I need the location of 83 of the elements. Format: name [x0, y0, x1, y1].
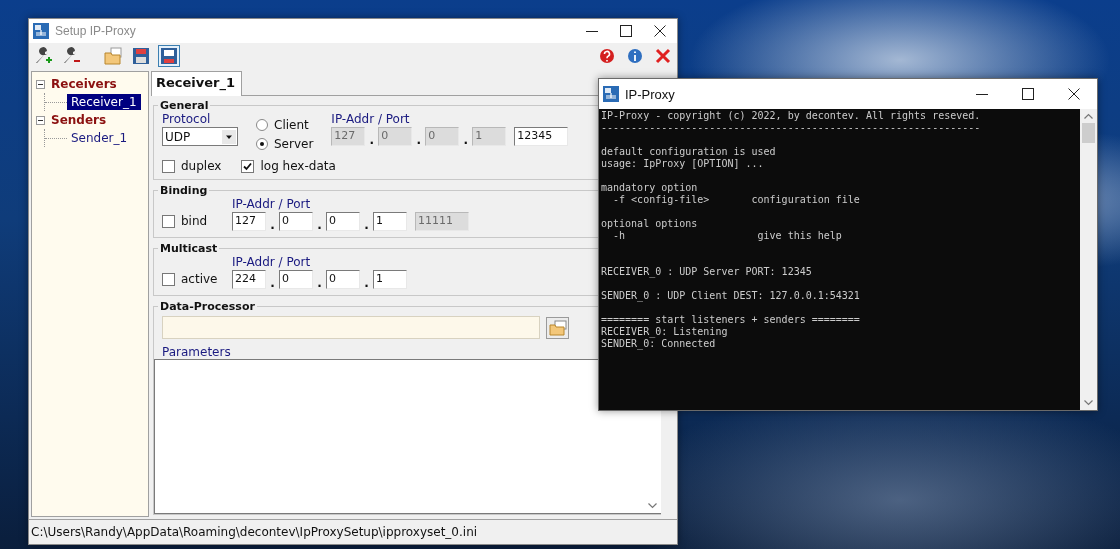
- checkbox[interactable]: [241, 159, 255, 173]
- checkbox[interactable]: [162, 272, 175, 286]
- help-icon[interactable]: [597, 46, 617, 66]
- group-title: Data-Processor: [159, 300, 256, 313]
- checkbox[interactable]: [162, 214, 175, 228]
- ip-field[interactable]: 0: [326, 270, 360, 289]
- radio-button[interactable]: [256, 138, 268, 150]
- field-label: IP-Addr / Port: [331, 112, 411, 126]
- separator-text: .: [269, 219, 276, 231]
- separator-text: .: [363, 219, 370, 231]
- ip-field[interactable]: 0: [326, 212, 360, 231]
- console-line: ======== start listeners + senders ========: [601, 314, 861, 326]
- browse-button[interactable]: [546, 316, 569, 339]
- checkbox-label: log hex-data: [260, 159, 336, 173]
- scroll-up-icon[interactable]: [1084, 113, 1093, 119]
- processor-path-field[interactable]: [162, 316, 540, 339]
- scroll-down-icon[interactable]: [1084, 400, 1093, 406]
- separator-text: .: [316, 219, 323, 231]
- checkbox-label: duplex: [181, 159, 222, 173]
- console-line: -f <config-file> configuration file: [612, 194, 861, 206]
- tab[interactable]: Receiver_1: [151, 71, 243, 96]
- ip-field[interactable]: 127: [232, 212, 266, 231]
- field-label: IP-Addr / Port: [232, 197, 312, 211]
- separator-text: .: [363, 277, 370, 289]
- console-line: ---------------------------------------------------------------: [601, 122, 982, 134]
- checkbox[interactable]: [162, 159, 175, 173]
- app-icon: [603, 86, 619, 102]
- folder-icon: [548, 319, 567, 336]
- separator-text: .: [462, 134, 470, 146]
- separator-text: .: [269, 277, 276, 289]
- field-label: IP-Addr / Port: [232, 255, 312, 269]
- console-line: IP-Proxy - copyright (c) 2022, by decontev. All rights reseved.: [601, 110, 982, 122]
- ip-field[interactable]: 0: [279, 212, 313, 231]
- collapse-icon[interactable]: [36, 79, 45, 89]
- scroll-down-icon[interactable]: [648, 503, 657, 509]
- field-label: Parameters: [162, 345, 232, 359]
- console-line: default configuration is used: [601, 146, 777, 158]
- maximize-icon[interactable]: [620, 25, 632, 37]
- console-line: usage: IpProxy [OPTION] ...: [601, 158, 765, 170]
- ip-field[interactable]: 0: [279, 270, 313, 289]
- separator-text: .: [415, 134, 423, 146]
- tree-item[interactable]: Receivers: [49, 77, 119, 91]
- tree-item[interactable]: Sender_1: [67, 130, 132, 146]
- caret-icon: [222, 129, 236, 144]
- checkbox-label: active: [181, 272, 218, 286]
- close-icon[interactable]: [1068, 88, 1080, 100]
- field-label: Protocol: [162, 112, 212, 126]
- console-line: RECEIVER_0 : UDP Server PORT: 12345: [601, 266, 813, 278]
- console-line: mandatory option: [601, 182, 699, 194]
- port-field[interactable]: 12345: [514, 127, 569, 146]
- status-bar: C:\Users\Randy\AppData\Roaming\decontev\IpProxySetup\ipproxyset_0.ini: [29, 519, 677, 544]
- window-title: IP-Proxy: [625, 86, 676, 102]
- radio-label: Client: [274, 118, 309, 132]
- parameters-textarea[interactable]: [154, 359, 661, 514]
- console-line: RECEIVER_0: Listening: [601, 326, 729, 338]
- ip-field[interactable]: 1: [373, 270, 407, 289]
- group-title: General: [159, 99, 210, 112]
- console-line: SENDER_0: Connected: [601, 338, 717, 350]
- save-as-icon[interactable]: [159, 46, 179, 66]
- console-line: optional options: [601, 218, 699, 230]
- console-line: SENDER_0 : UDP Client DEST: 127.0.0.1:54321: [601, 290, 861, 302]
- tree-item[interactable]: Receiver_1: [67, 94, 141, 110]
- scroll-bar[interactable]: [1080, 109, 1097, 410]
- app-icon: [33, 23, 49, 39]
- save-icon[interactable]: [131, 46, 151, 66]
- scroll-thumb[interactable]: [1082, 123, 1095, 143]
- radio-label: Server: [274, 137, 314, 151]
- separator-text: .: [368, 134, 376, 146]
- collapse-icon[interactable]: [36, 115, 45, 125]
- separator-text: .: [316, 277, 323, 289]
- maximize-icon[interactable]: [1022, 88, 1034, 100]
- ip-field[interactable]: 1: [373, 212, 407, 231]
- checkbox-label: bind: [181, 214, 208, 228]
- close-icon[interactable]: [654, 25, 666, 37]
- window-title: Setup IP-Proxy: [55, 24, 137, 38]
- radio-button[interactable]: [256, 119, 268, 131]
- info-icon[interactable]: [625, 46, 645, 66]
- protocol-dropdown[interactable]: UDP: [162, 127, 238, 146]
- tree-item[interactable]: Senders: [49, 113, 109, 127]
- ip-field[interactable]: 224: [232, 270, 266, 289]
- console-line: -h give this help: [612, 230, 843, 242]
- group-title: Binding: [159, 184, 209, 197]
- group-title: Multicast: [159, 242, 219, 255]
